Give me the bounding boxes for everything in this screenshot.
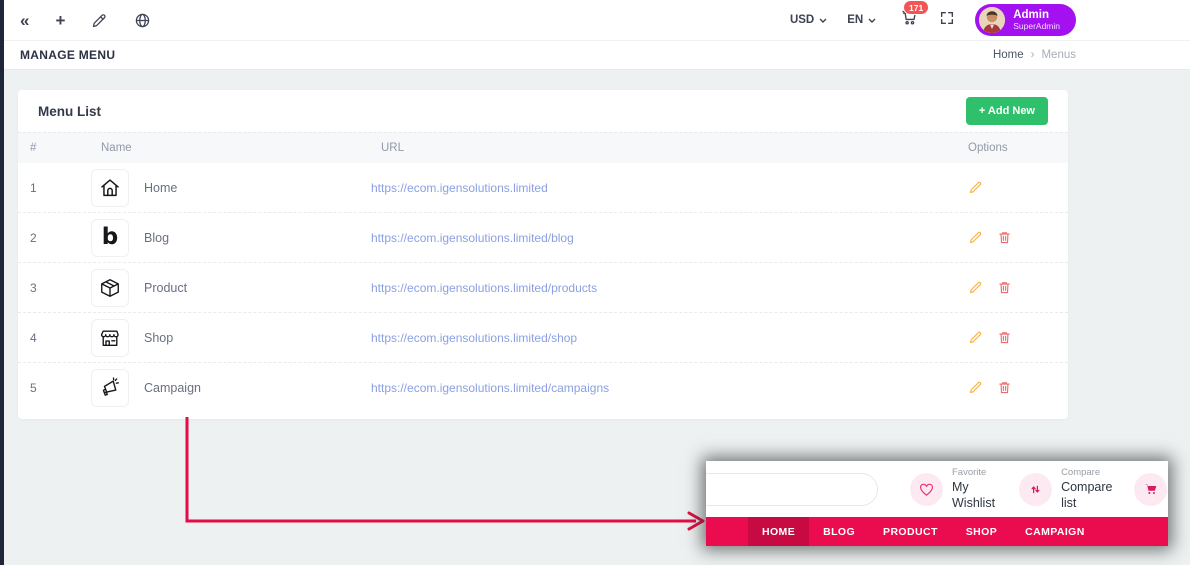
package-icon <box>91 269 129 307</box>
heart-icon <box>910 473 943 506</box>
blog-icon: b <box>91 219 129 257</box>
menu-url-link[interactable]: https://ecom.igensolutions.limited/campa… <box>371 381 609 395</box>
edit-icon[interactable] <box>968 230 983 245</box>
globe-icon[interactable] <box>134 12 151 29</box>
menu-name: Campaign <box>144 381 201 395</box>
table-row: 5 Campaign https://ecom.igensolutions.li… <box>18 363 1068 412</box>
row-number: 3 <box>18 281 91 295</box>
nav-item-home[interactable]: HOME <box>748 517 809 546</box>
menu-list-card: Menu List + Add New # Name URL Options 1… <box>18 90 1068 419</box>
breadcrumb: Home › Menus <box>993 49 1076 61</box>
row-number: 1 <box>18 181 91 195</box>
user-name: Admin <box>1013 9 1060 22</box>
cart-icon <box>1134 473 1167 506</box>
pen-icon[interactable] <box>91 12 108 29</box>
edit-icon[interactable] <box>968 180 983 195</box>
add-new-button[interactable]: + Add New <box>966 97 1048 125</box>
table-row: 1 Home https://ecom.igensolutions.limite… <box>18 163 1068 213</box>
currency-select[interactable]: USD <box>790 14 827 26</box>
edit-icon[interactable] <box>968 380 983 395</box>
storefront-preview: Favorite My Wishlist Compare Compare lis… <box>706 461 1168 546</box>
column-header-name: Name <box>91 142 381 154</box>
chevron-down-icon <box>819 18 827 23</box>
row-number: 4 <box>18 331 91 345</box>
delete-icon[interactable] <box>997 230 1012 245</box>
page-title: MANAGE MENU <box>20 48 115 62</box>
chevron-down-icon <box>868 18 876 23</box>
topbar: « + USD EN 171 <box>0 0 1190 41</box>
row-number: 2 <box>18 231 91 245</box>
breadcrumb-home-link[interactable]: Home <box>993 49 1024 61</box>
delete-icon[interactable] <box>997 280 1012 295</box>
nav-item-blog[interactable]: BLOG <box>809 517 869 546</box>
nav-item-campaign[interactable]: CAMPAIGN <box>1011 517 1099 546</box>
compare-widget[interactable]: Compare Compare list <box>1019 467 1112 512</box>
menu-url-link[interactable]: https://ecom.igensolutions.limited <box>371 181 548 195</box>
wishlist-label: Favorite <box>952 467 995 479</box>
sidebar-collapse-icon[interactable]: « <box>20 12 29 29</box>
cart-button[interactable]: 171 <box>900 8 919 32</box>
language-value: EN <box>847 14 863 26</box>
edit-icon[interactable] <box>968 330 983 345</box>
language-select[interactable]: EN <box>847 14 876 26</box>
add-tab-icon[interactable]: + <box>55 12 65 29</box>
menu-name: Blog <box>144 231 169 245</box>
home-icon <box>91 169 129 207</box>
breadcrumb-current: Menus <box>1041 49 1076 61</box>
currency-value: USD <box>790 14 814 26</box>
avatar <box>979 7 1005 33</box>
delete-icon[interactable] <box>997 380 1012 395</box>
menu-name: Product <box>144 281 187 295</box>
megaphone-icon <box>91 369 129 407</box>
page-header: MANAGE MENU Home › Menus <box>0 41 1190 70</box>
cart-widget[interactable]: Your Cart: $0 <box>1134 469 1168 510</box>
table-row: 3 Product https://ecom.igensolutions.lim… <box>18 263 1068 313</box>
compare-icon <box>1019 473 1052 506</box>
column-header-url: URL <box>381 142 961 154</box>
storefront-icon <box>91 319 129 357</box>
user-role: SuperAdmin <box>1013 22 1060 31</box>
storefront-search-input[interactable] <box>706 473 878 506</box>
nav-item-shop[interactable]: SHOP <box>952 517 1011 546</box>
card-title: Menu List <box>38 104 101 119</box>
row-number: 5 <box>18 381 91 395</box>
menu-name: Home <box>144 181 177 195</box>
breadcrumb-separator: › <box>1031 49 1035 61</box>
delete-icon[interactable] <box>997 330 1012 345</box>
menu-url-link[interactable]: https://ecom.igensolutions.limited/shop <box>371 331 577 345</box>
storefront-navbar: HOME BLOG PRODUCT SHOP CAMPAIGN <box>706 517 1168 546</box>
column-header-num: # <box>18 142 91 154</box>
collapsed-sidebar-edge <box>0 0 4 565</box>
wishlist-value: My Wishlist <box>952 479 995 512</box>
column-header-options: Options <box>961 142 1068 154</box>
table-row: 4 Shop https://ecom.igensolutions.limite… <box>18 313 1068 363</box>
compare-value: Compare list <box>1061 479 1112 512</box>
menu-name: Shop <box>144 331 173 345</box>
table-header: # Name URL Options <box>18 132 1068 163</box>
fullscreen-icon[interactable] <box>939 10 955 31</box>
wishlist-widget[interactable]: Favorite My Wishlist <box>910 467 995 512</box>
nav-item-product[interactable]: PRODUCT <box>869 517 952 546</box>
edit-icon[interactable] <box>968 280 983 295</box>
user-menu-button[interactable]: Admin SuperAdmin <box>975 4 1076 36</box>
compare-label: Compare <box>1061 467 1112 479</box>
menu-url-link[interactable]: https://ecom.igensolutions.limited/blog <box>371 231 574 245</box>
menu-url-link[interactable]: https://ecom.igensolutions.limited/produ… <box>371 281 597 295</box>
cart-count-badge: 171 <box>903 0 929 15</box>
table-row: 2 b Blog https://ecom.igensolutions.limi… <box>18 213 1068 263</box>
